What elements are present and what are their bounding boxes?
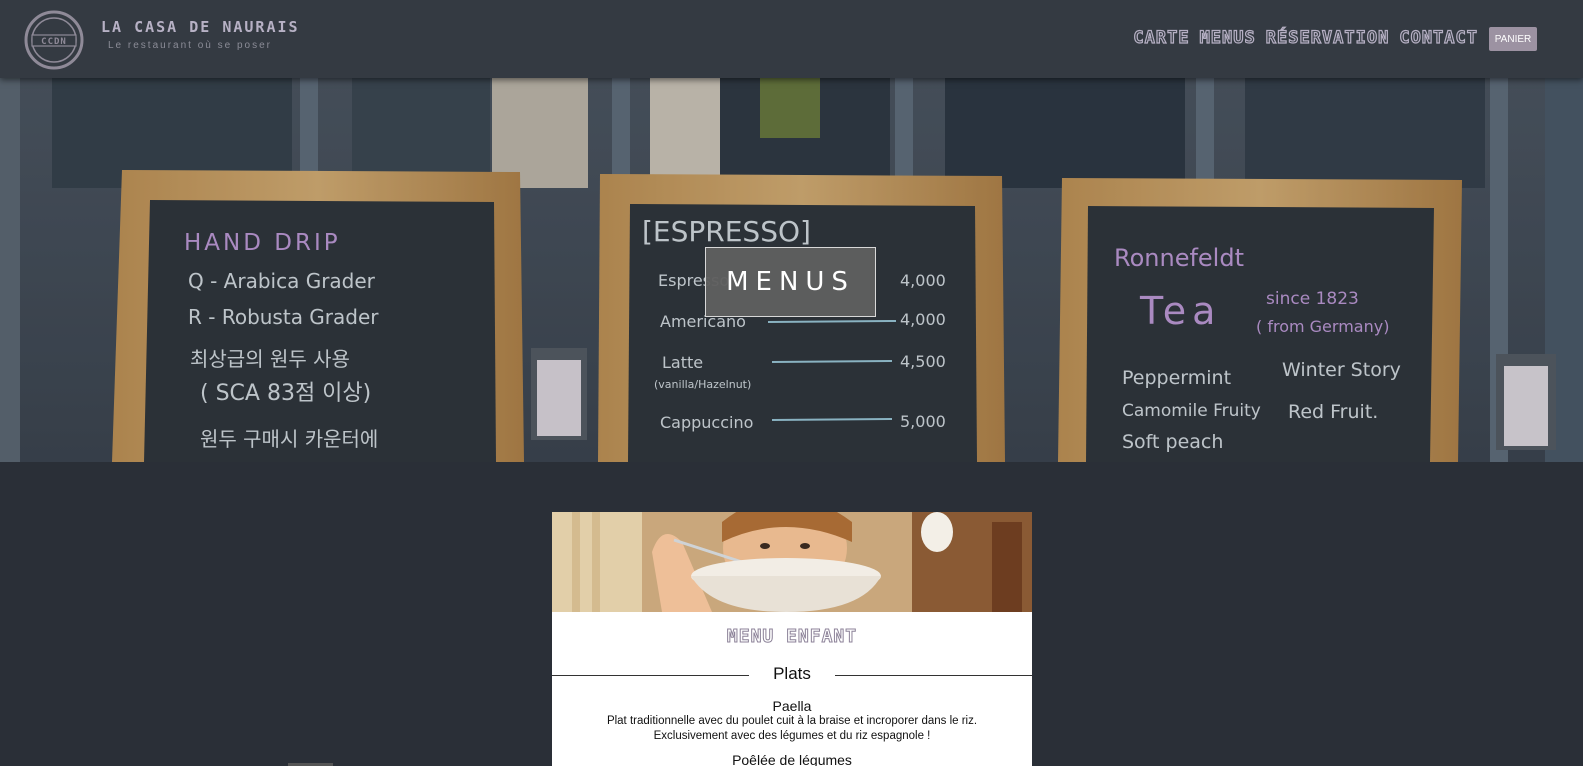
dish-description: Plat traditionnelle avec du poulet cuit … [592,714,992,744]
main-nav: Carte Menus Réservation Contact [1133,27,1478,48]
cart-button[interactable]: PANIER [1489,27,1537,51]
dish-name: Paella [772,698,812,714]
hero-title: MENUS [705,247,876,317]
menu-card-title: Menu Enfant [726,626,858,648]
site-header: CCDN La Casa de Naurais Le restaurant où… [0,0,1583,78]
menu-card-image [552,512,1032,612]
menu-card-enfant[interactable]: Menu Enfant Plats Paella Plat traditionn… [552,512,1032,766]
child-eating-photo [552,512,1032,612]
nav-link-contact[interactable]: Contact [1399,27,1478,48]
section-label: Plats [773,664,811,683]
brand-tagline: Le restaurant où se poser [108,40,272,51]
nav-link-carte[interactable]: Carte [1133,27,1189,48]
nav-link-menus[interactable]: Menus [1199,27,1256,48]
dish-description-line: Exclusivement avec des légumes et du riz… [653,730,931,742]
brand-name[interactable]: La Casa de Naurais [101,18,300,36]
logo-text: CCDN [41,37,67,47]
hero-banner: HAND DRIP Q - Arabica Grader R - Robusta… [0,78,1583,462]
restaurant-logo-icon[interactable]: CCDN [24,10,84,70]
nav-link-reservation[interactable]: Réservation [1265,27,1390,48]
dish-description-line: Plat traditionnelle avec du poulet cuit … [606,715,978,727]
section-divider: Plats [552,662,1032,690]
dish-name: Poêlée de légumes [732,752,852,766]
